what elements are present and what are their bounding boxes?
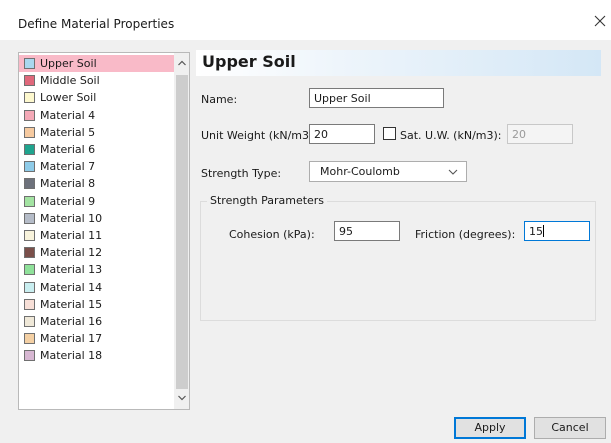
title-bar: Define Material Properties bbox=[0, 0, 611, 40]
material-list-item[interactable]: Material 15 bbox=[19, 296, 174, 313]
material-color-swatch bbox=[24, 212, 35, 224]
chevron-down-icon bbox=[448, 169, 458, 175]
material-header-title: Upper Soil bbox=[202, 52, 296, 71]
material-header: Upper Soil bbox=[196, 50, 601, 76]
window-title: Define Material Properties bbox=[18, 17, 175, 31]
material-color-swatch bbox=[24, 350, 35, 362]
strength-parameters-title: Strength Parameters bbox=[207, 194, 328, 207]
material-list-item-label: Lower Soil bbox=[40, 91, 97, 105]
material-color-swatch bbox=[24, 333, 35, 345]
material-color-swatch bbox=[24, 178, 35, 190]
material-list-item-label: Material 8 bbox=[40, 177, 96, 191]
material-color-swatch bbox=[24, 109, 35, 121]
unit-weight-field[interactable]: 20 bbox=[309, 124, 375, 144]
material-color-swatch bbox=[24, 298, 35, 310]
sat-uw-field[interactable]: 20 bbox=[507, 124, 573, 144]
material-color-swatch bbox=[24, 126, 35, 138]
material-list-item[interactable]: Material 5 bbox=[19, 124, 174, 141]
material-color-swatch bbox=[24, 281, 35, 293]
material-list-item-label: Upper Soil bbox=[40, 57, 97, 70]
cancel-button[interactable]: Cancel bbox=[534, 417, 606, 439]
material-list-item[interactable]: Material 10 bbox=[19, 210, 174, 227]
apply-button[interactable]: Apply bbox=[454, 417, 526, 439]
material-list-item[interactable]: Material 7 bbox=[19, 158, 174, 175]
name-field-value: Upper Soil bbox=[314, 92, 371, 105]
sat-uw-checkbox[interactable] bbox=[383, 127, 396, 140]
material-color-swatch bbox=[24, 195, 35, 207]
material-list-item[interactable]: Material 18 bbox=[19, 347, 174, 364]
material-list-item-label: Material 11 bbox=[40, 229, 103, 242]
material-list-item-label: Material 6 bbox=[40, 143, 96, 156]
unit-weight-label: Unit Weight (kN/m3): bbox=[201, 129, 318, 142]
material-list-item[interactable]: Material 11 bbox=[19, 227, 174, 244]
material-list-item[interactable]: Material 14 bbox=[19, 279, 174, 296]
material-list-item-label: Material 14 bbox=[40, 280, 103, 294]
material-list-item[interactable]: Upper Soil bbox=[19, 55, 174, 72]
material-list-item-label: Material 17 bbox=[40, 332, 103, 346]
material-list-item-label: Material 16 bbox=[40, 315, 103, 328]
material-list-item-label: Material 12 bbox=[40, 246, 103, 260]
material-list-item[interactable]: Material 17 bbox=[19, 330, 174, 347]
sat-uw-value: 20 bbox=[512, 128, 526, 141]
chevron-down-icon[interactable] bbox=[177, 393, 187, 403]
cohesion-value: 95 bbox=[339, 225, 353, 238]
material-color-swatch bbox=[24, 316, 35, 327]
text-caret bbox=[543, 225, 544, 237]
material-list-item-label: Material 10 bbox=[40, 211, 103, 225]
material-list-item-label: Material 9 bbox=[40, 194, 96, 208]
material-list-item[interactable]: Middle Soil bbox=[19, 72, 174, 89]
strength-parameters-group: Strength Parameters bbox=[200, 194, 596, 321]
sat-uw-label: Sat. U.W. (kN/m3): bbox=[400, 129, 502, 142]
material-list-item-label: Middle Soil bbox=[40, 74, 100, 88]
material-list-item[interactable]: Material 8 bbox=[19, 175, 174, 192]
material-list-item-label: Material 7 bbox=[40, 160, 96, 174]
material-list-item-label: Material 15 bbox=[40, 297, 103, 311]
material-list[interactable]: Upper Soil Middle Soil Lower Soil Material … bbox=[18, 52, 190, 410]
material-list-item[interactable]: Material 13 bbox=[19, 261, 174, 278]
friction-value: 15 bbox=[529, 225, 543, 238]
material-color-swatch bbox=[24, 144, 35, 155]
material-list-item-label: Material 5 bbox=[40, 125, 96, 139]
material-color-swatch bbox=[24, 75, 35, 87]
material-list-item[interactable]: Material 4 bbox=[19, 107, 174, 124]
friction-field[interactable]: 15 bbox=[524, 221, 590, 241]
material-color-swatch bbox=[24, 92, 35, 104]
material-list-item[interactable]: Lower Soil bbox=[19, 89, 174, 106]
material-list-item[interactable]: Material 12 bbox=[19, 244, 174, 261]
unit-weight-value: 20 bbox=[314, 128, 328, 141]
material-color-swatch bbox=[24, 230, 35, 241]
friction-label: Friction (degrees): bbox=[415, 228, 516, 241]
chevron-up-icon[interactable] bbox=[177, 58, 187, 68]
material-color-swatch bbox=[24, 264, 35, 276]
scrollbar-thumb[interactable] bbox=[176, 75, 188, 389]
strength-type-dropdown[interactable]: Mohr-Coulomb bbox=[309, 161, 467, 182]
material-list-item-label: Material 4 bbox=[40, 108, 96, 122]
material-color-swatch bbox=[24, 247, 35, 259]
close-icon[interactable] bbox=[592, 13, 608, 29]
material-color-swatch bbox=[24, 58, 35, 69]
strength-type-label: Strength Type: bbox=[201, 167, 282, 180]
material-list-item[interactable]: Material 6 bbox=[19, 141, 174, 158]
material-color-swatch bbox=[24, 161, 35, 173]
cohesion-label: Cohesion (kPa): bbox=[229, 228, 315, 241]
material-list-item-label: Material 13 bbox=[40, 263, 103, 277]
material-list-scrollbar[interactable] bbox=[174, 53, 189, 409]
strength-type-value: Mohr-Coulomb bbox=[320, 165, 400, 178]
material-list-item-label: Material 18 bbox=[40, 349, 103, 363]
cohesion-field[interactable]: 95 bbox=[334, 221, 400, 241]
name-label: Name: bbox=[201, 93, 238, 106]
material-list-item[interactable]: Material 9 bbox=[19, 193, 174, 210]
name-field[interactable]: Upper Soil bbox=[309, 88, 444, 108]
material-list-item[interactable]: Material 16 bbox=[19, 313, 174, 330]
